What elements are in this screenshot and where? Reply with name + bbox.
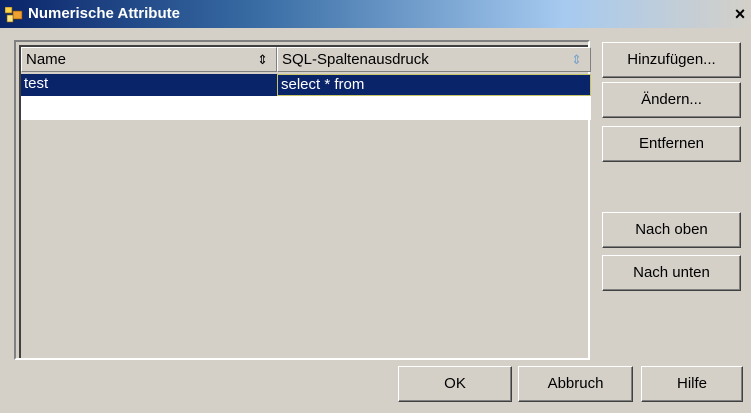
sort-icon: ⇕ bbox=[571, 52, 582, 67]
add-button[interactable]: Hinzufügen... bbox=[602, 42, 741, 78]
help-button[interactable]: Hilfe bbox=[641, 366, 743, 402]
cell-sql-expression[interactable]: select * from bbox=[277, 74, 591, 96]
move-up-button[interactable]: Nach oben bbox=[602, 212, 741, 248]
ok-button[interactable]: OK bbox=[398, 366, 512, 402]
close-icon[interactable]: × bbox=[731, 5, 749, 23]
table-body[interactable]: test select * from bbox=[21, 74, 591, 120]
cancel-button[interactable]: Abbruch bbox=[518, 366, 633, 402]
edit-button[interactable]: Ändern... bbox=[602, 82, 741, 118]
title-bar[interactable]: Numerische Attribute × bbox=[0, 0, 751, 28]
column-header-sql-expression[interactable]: SQL-Spaltenausdruck ⇕ bbox=[277, 47, 591, 72]
cell-name[interactable]: test bbox=[21, 74, 277, 96]
move-down-button[interactable]: Nach unten bbox=[602, 255, 741, 291]
remove-button[interactable]: Entfernen bbox=[602, 126, 741, 162]
attribute-table: Name ⇕ SQL-Spaltenausdruck ⇕ test select… bbox=[14, 40, 591, 360]
app-window-icon bbox=[4, 6, 23, 23]
sort-icon: ⇕ bbox=[257, 52, 268, 67]
table-header: Name ⇕ SQL-Spaltenausdruck ⇕ bbox=[21, 47, 595, 72]
table-row[interactable]: test select * from bbox=[21, 74, 591, 96]
column-header-label: Name bbox=[26, 51, 67, 68]
window-title: Numerische Attribute bbox=[28, 5, 180, 22]
column-header-name[interactable]: Name ⇕ bbox=[21, 47, 277, 72]
column-header-label: SQL-Spaltenausdruck bbox=[282, 51, 429, 68]
attribute-table-viewport: Name ⇕ SQL-Spaltenausdruck ⇕ test select… bbox=[19, 45, 591, 358]
